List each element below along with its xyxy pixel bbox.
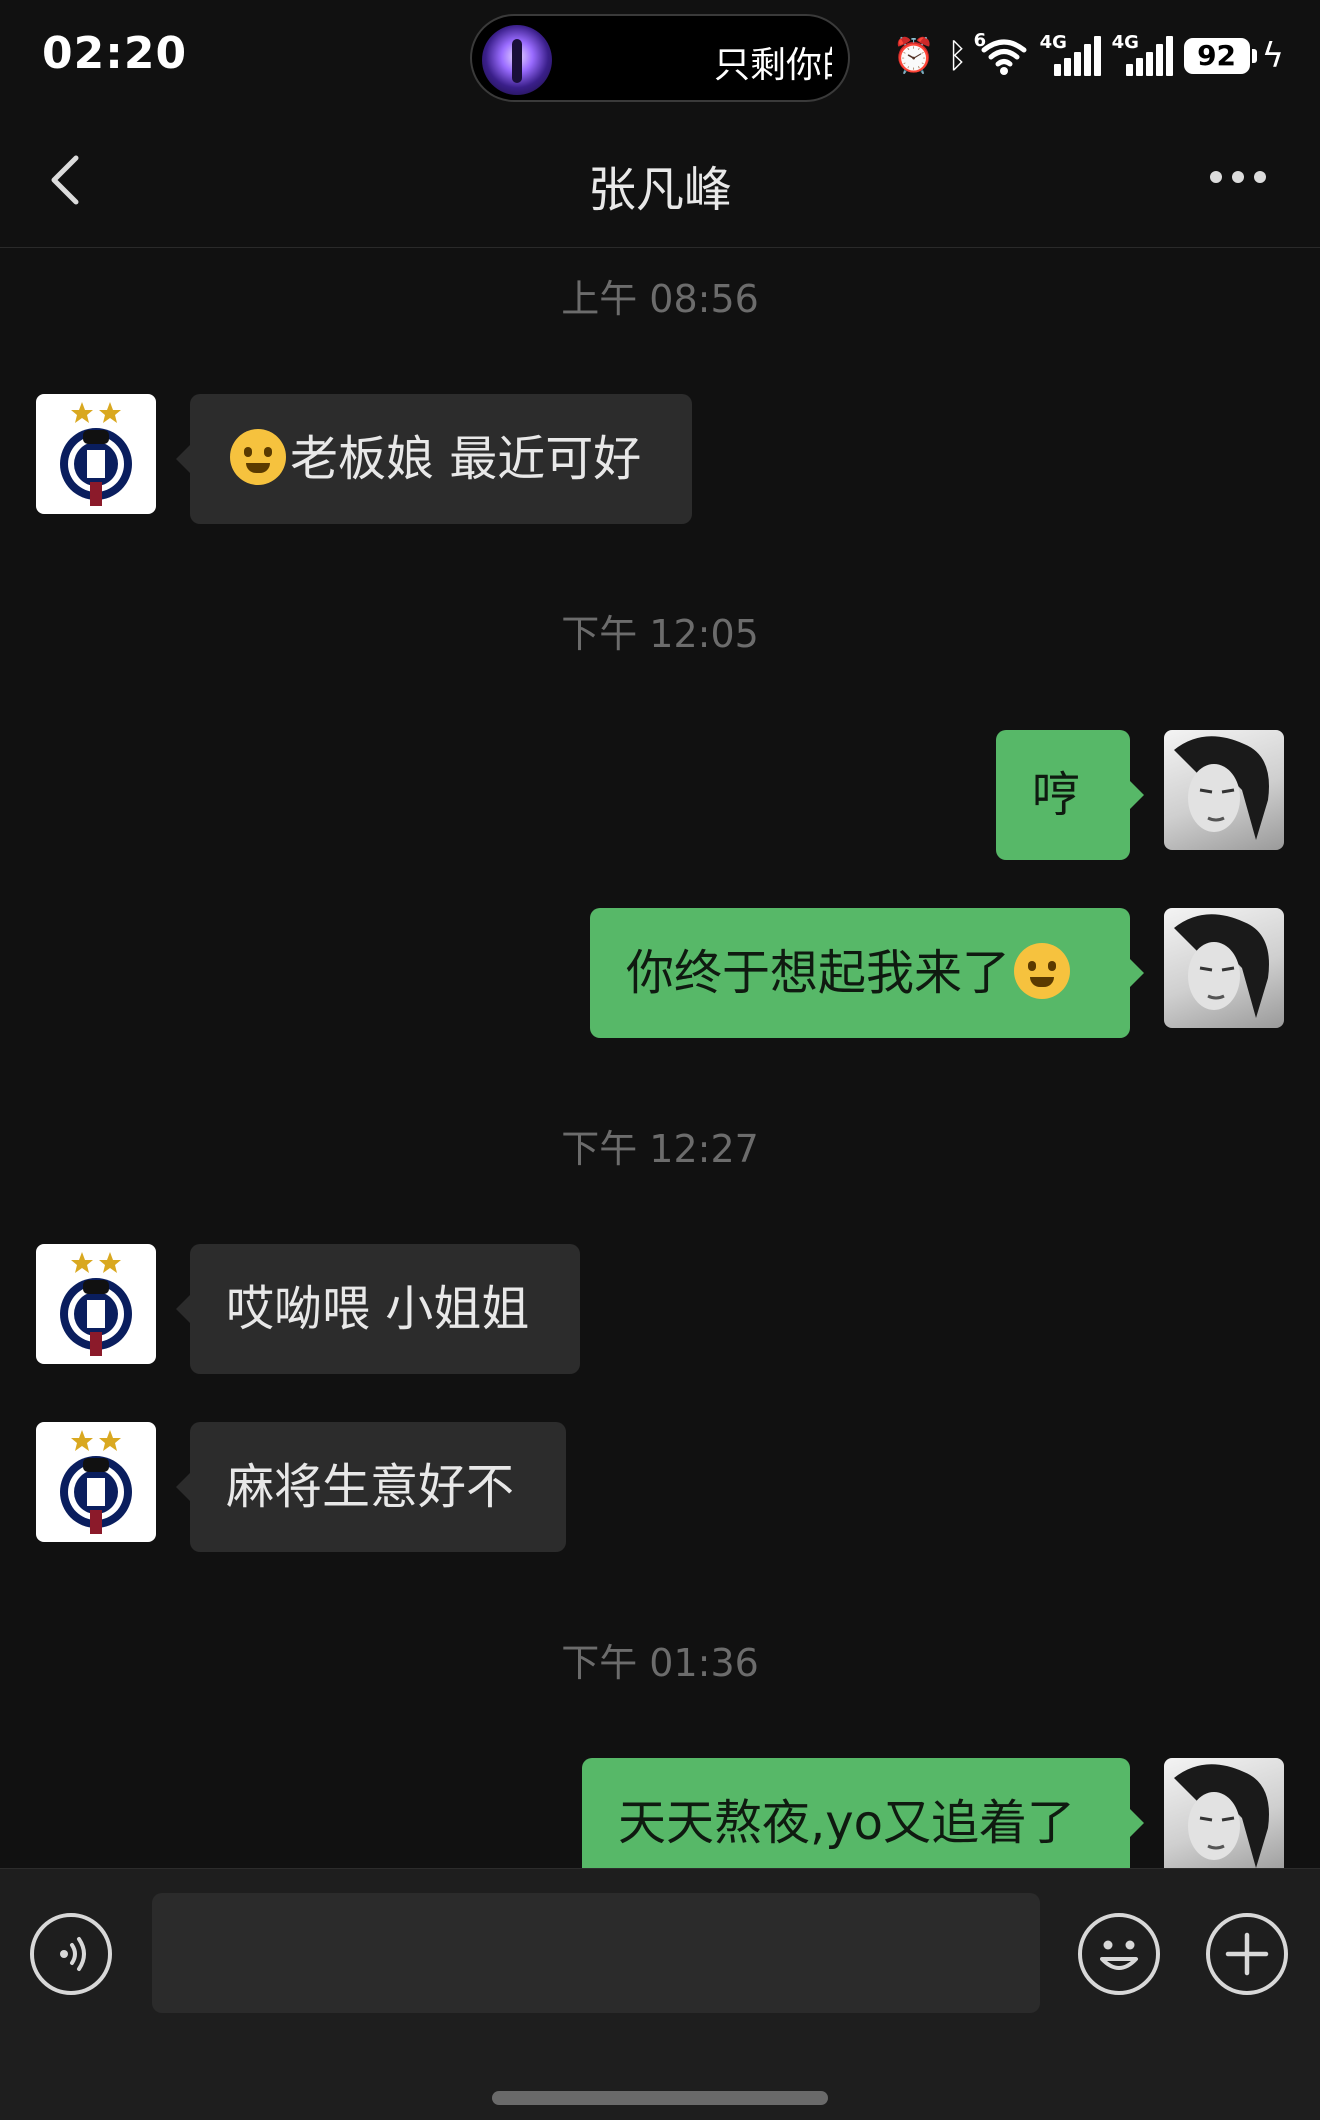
smiley-icon[interactable] xyxy=(1078,1913,1160,1995)
signal-icon-1: 4G xyxy=(1040,32,1101,76)
message-text: 老板娘 最近可好 xyxy=(290,431,642,487)
more-dots-icon[interactable] xyxy=(1210,162,1270,192)
my-avatar[interactable] xyxy=(1164,730,1284,850)
status-bar: 02:20 只剩你的 ⏰ ᛒ 6 4G 4G xyxy=(0,0,1320,112)
timestamp: 下午 12:27 xyxy=(561,1127,759,1171)
message-text: 麻将生意好不 xyxy=(226,1459,515,1515)
crying-laughing-emoji xyxy=(1014,943,1071,999)
timestamp: 下午 01:36 xyxy=(561,1641,759,1685)
message-text: 哎呦喂 小姐姐 xyxy=(226,1281,530,1337)
message-bubble-outgoing[interactable]: 你终于想起我来了 xyxy=(590,908,1144,1038)
contact-avatar[interactable] xyxy=(36,1422,156,1542)
message-text: 你终于想起我来了 xyxy=(626,945,1011,1001)
status-icons: ⏰ ᛒ 6 4G 4G 92 ϟ xyxy=(892,30,1284,78)
message-text: 哼 xyxy=(1032,767,1081,823)
bluetooth-icon: ᛒ xyxy=(947,36,968,76)
message-bubble-outgoing[interactable]: 哼 xyxy=(996,730,1144,860)
wifi-tag: 6 xyxy=(973,30,987,51)
message-bubble-incoming[interactable]: 老板娘 最近可好 xyxy=(176,394,692,524)
my-avatar[interactable] xyxy=(1164,1758,1284,1868)
input-bar xyxy=(0,1868,1320,2120)
home-indicator[interactable] xyxy=(492,2091,828,2105)
battery-icon: 92 xyxy=(1183,38,1257,74)
alarm-icon: ⏰ xyxy=(892,36,936,76)
chat-header: 张凡峰 xyxy=(0,112,1320,248)
message-input[interactable] xyxy=(152,1893,1040,2013)
signal-icon-2: 4G xyxy=(1112,32,1173,76)
contact-avatar[interactable] xyxy=(36,394,156,514)
album-art xyxy=(482,25,552,95)
message-bubble-outgoing[interactable]: 天天熬夜,yo又追着了 xyxy=(582,1758,1144,1868)
chat-title: 张凡峰 xyxy=(587,162,732,218)
voice-icon[interactable] xyxy=(30,1913,112,1995)
contact-avatar[interactable] xyxy=(36,1244,156,1364)
now-playing-text: 只剩你的 xyxy=(714,45,832,86)
dynamic-island[interactable]: 只剩你的 xyxy=(470,14,850,102)
wifi-icon: 6 xyxy=(974,30,1028,76)
chat-screen: 02:20 只剩你的 ⏰ ᛒ 6 4G 4G xyxy=(0,0,1320,2120)
message-bubble-incoming[interactable]: 麻将生意好不 xyxy=(176,1422,566,1552)
charging-icon: ϟ xyxy=(1261,36,1284,76)
timestamp: 下午 12:05 xyxy=(561,612,759,656)
message-list[interactable]: 上午 08:56 老板娘 最近可好 下午 12:05 哼 你终于想起我来了 下午… xyxy=(0,248,1320,1868)
timestamp: 上午 08:56 xyxy=(561,277,759,321)
message-text: 天天熬夜,yo又追着了 xyxy=(618,1795,1076,1851)
my-avatar[interactable] xyxy=(1164,908,1284,1028)
plus-icon[interactable] xyxy=(1206,1913,1288,1995)
message-bubble-incoming[interactable]: 哎呦喂 小姐姐 xyxy=(176,1244,580,1374)
peeking-face-emoji xyxy=(230,429,286,485)
status-time: 02:20 xyxy=(42,28,188,79)
